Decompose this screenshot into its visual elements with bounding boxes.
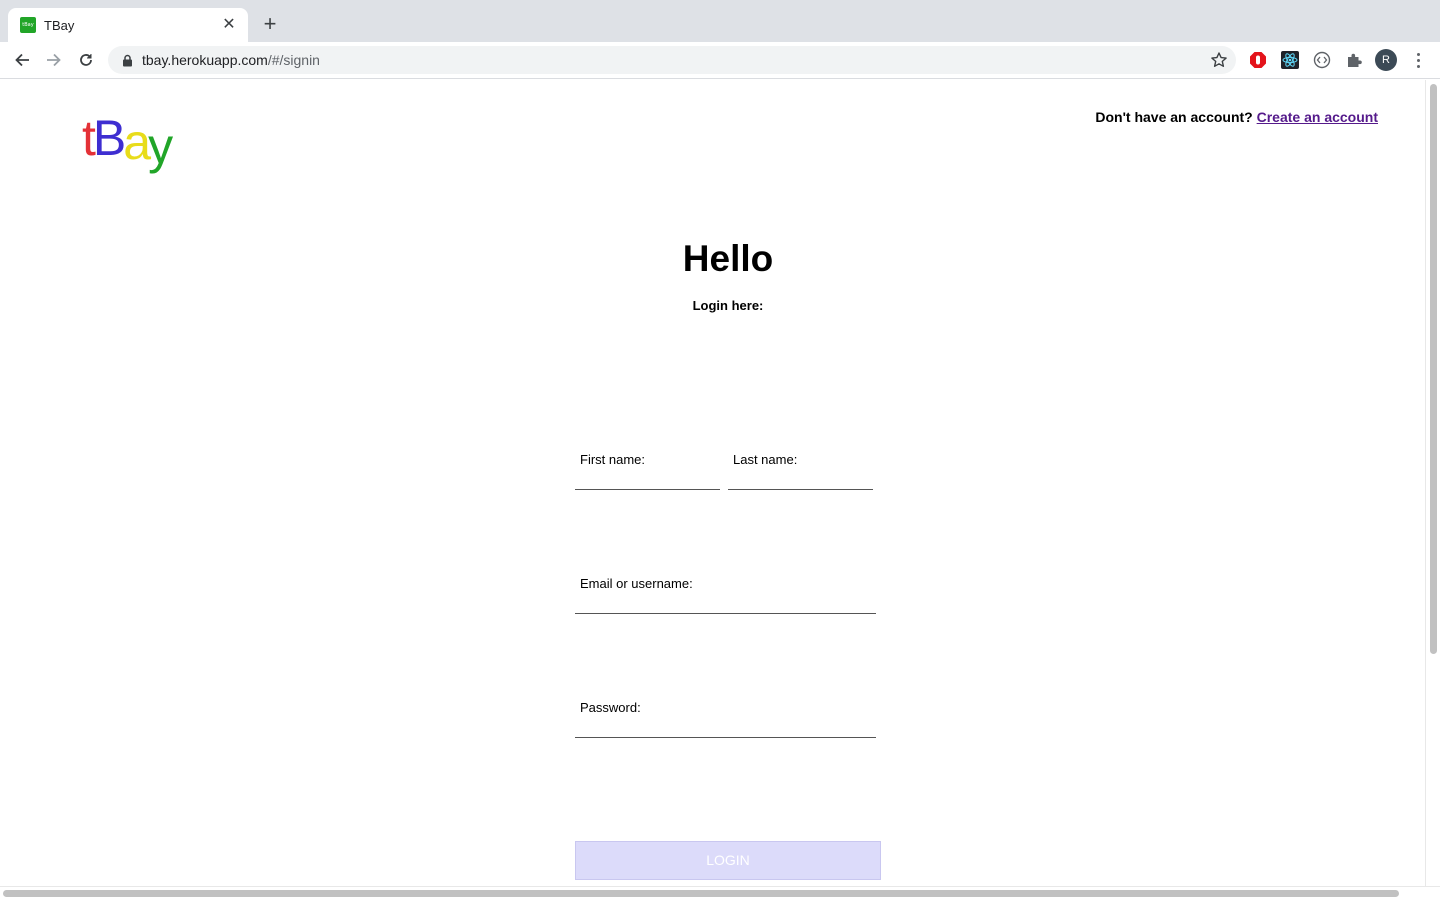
horizontal-scrollbar[interactable] xyxy=(0,886,1440,900)
login-button[interactable]: LOGIN xyxy=(575,841,881,880)
profile-avatar[interactable]: R xyxy=(1375,49,1397,71)
logo-letter-y: y xyxy=(148,118,173,174)
url-path: /#/signin xyxy=(267,52,320,68)
extensions-puzzle-icon[interactable] xyxy=(1344,50,1364,70)
logo-letter-t: t xyxy=(82,110,96,166)
react-devtools-icon[interactable] xyxy=(1280,50,1300,70)
tab-title: TBay xyxy=(44,17,75,33)
back-button[interactable] xyxy=(10,48,34,72)
create-account-link[interactable]: Create an account xyxy=(1257,109,1378,125)
password-field[interactable]: Password: xyxy=(575,700,876,738)
logo-letter-a: a xyxy=(123,114,151,170)
password-input[interactable] xyxy=(575,700,876,737)
vertical-scrollbar[interactable] xyxy=(1425,80,1440,886)
tbay-logo[interactable]: tBay xyxy=(82,108,173,174)
logo-letter-b: B xyxy=(92,110,126,166)
email-input[interactable] xyxy=(575,576,876,613)
page-subtitle: Login here: xyxy=(692,298,764,313)
reload-button[interactable] xyxy=(74,48,98,72)
address-bar[interactable]: tbay.herokuapp.com/#/signin xyxy=(108,46,1236,74)
browser-toolbar: tbay.herokuapp.com/#/signin R xyxy=(0,42,1440,79)
forward-button[interactable] xyxy=(42,48,66,72)
signup-prompt: Don't have an account? Create an account xyxy=(1095,109,1378,125)
reload-icon xyxy=(80,54,92,66)
forward-arrow-icon xyxy=(47,53,61,67)
email-field[interactable]: Email or username: xyxy=(575,576,876,614)
adblock-extension-icon[interactable] xyxy=(1248,50,1268,70)
browser-tab[interactable]: tBay TBay ✕ xyxy=(8,8,248,42)
code-extension-icon[interactable] xyxy=(1312,50,1332,70)
last-name-field[interactable]: Last name: xyxy=(728,452,873,490)
first-name-field[interactable]: First name: xyxy=(575,452,720,490)
browser-tab-bar: tBay TBay ✕ + xyxy=(0,0,1440,42)
url-text: tbay.herokuapp.com/#/signin xyxy=(142,52,320,68)
url-host: tbay.herokuapp.com xyxy=(142,52,268,68)
first-name-input[interactable] xyxy=(575,452,720,489)
page-viewport: tBay Don't have an account? Create an ac… xyxy=(0,80,1440,900)
bookmark-star-icon[interactable] xyxy=(1210,51,1228,69)
horizontal-scrollbar-thumb[interactable] xyxy=(3,890,1399,897)
lock-icon xyxy=(120,53,134,67)
browser-menu-icon[interactable] xyxy=(1410,49,1426,71)
new-tab-button[interactable]: + xyxy=(258,12,282,36)
page-title: Hello xyxy=(682,238,774,279)
back-arrow-icon xyxy=(15,53,29,67)
favicon-icon: tBay xyxy=(20,17,36,33)
signup-prompt-text: Don't have an account? xyxy=(1095,109,1253,125)
last-name-input[interactable] xyxy=(728,452,873,489)
close-tab-icon[interactable]: ✕ xyxy=(220,16,238,34)
vertical-scrollbar-thumb[interactable] xyxy=(1430,84,1437,654)
